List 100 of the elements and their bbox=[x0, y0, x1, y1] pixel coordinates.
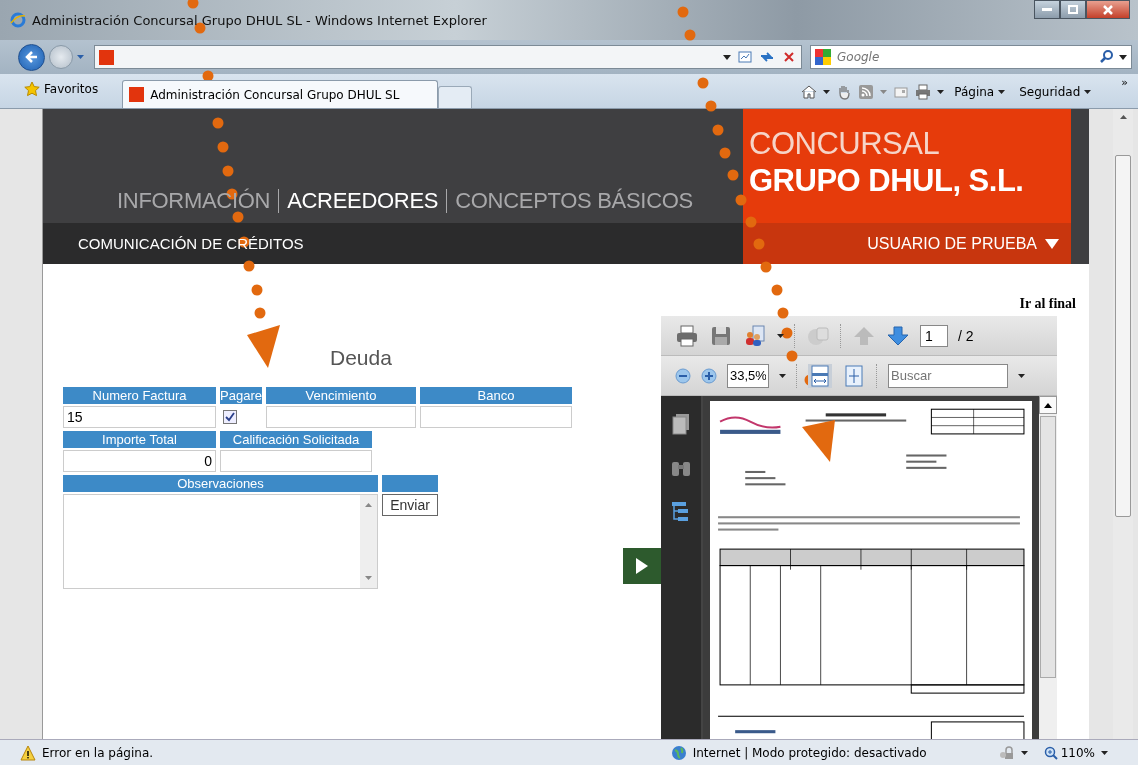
scrollbar-thumb[interactable] bbox=[1115, 155, 1131, 517]
nav-link[interactable]: CONCEPTOS BÁSICOS bbox=[455, 187, 693, 214]
page-count: / 2 bbox=[958, 327, 974, 344]
field-label: Calificación Solicitada bbox=[220, 431, 372, 448]
caret-icon[interactable] bbox=[1020, 750, 1028, 755]
annotation-dot bbox=[719, 147, 731, 159]
star-icon bbox=[24, 81, 40, 97]
favorites-button[interactable]: Favoritos bbox=[20, 76, 123, 106]
close-icon bbox=[1103, 4, 1113, 15]
go-to-end-link[interactable]: Ir al final bbox=[1019, 296, 1076, 312]
arrowhead bbox=[247, 325, 280, 368]
annotation-dot bbox=[243, 260, 255, 272]
annotation-dot bbox=[232, 211, 244, 223]
input-field[interactable] bbox=[420, 406, 572, 428]
caret-icon[interactable] bbox=[723, 54, 731, 60]
address-field[interactable] bbox=[94, 45, 802, 69]
minimize-button[interactable] bbox=[1034, 0, 1060, 19]
caret-icon[interactable] bbox=[823, 90, 831, 94]
search-field[interactable]: Buscar bbox=[888, 363, 1008, 388]
annotation-dot bbox=[677, 6, 689, 18]
search-icon[interactable] bbox=[1099, 49, 1115, 65]
zoom-icon bbox=[1043, 745, 1058, 760]
people-icon[interactable] bbox=[743, 323, 767, 348]
annotation-dot bbox=[217, 141, 229, 153]
hand-icon[interactable] bbox=[836, 84, 853, 100]
warning-icon bbox=[20, 744, 36, 761]
submit-button[interactable]: Enviar bbox=[382, 494, 438, 516]
scroll-up-icon[interactable] bbox=[365, 503, 372, 507]
page-number-field[interactable]: 1 bbox=[920, 324, 948, 347]
menu-button[interactable]: Página bbox=[950, 85, 1010, 99]
brand-text: GRUPO DHUL, S.L. bbox=[749, 162, 1025, 199]
home-icon[interactable] bbox=[801, 84, 818, 100]
printer-icon[interactable] bbox=[675, 323, 699, 348]
zoom-button[interactable]: 110% bbox=[1043, 745, 1095, 760]
window-title: Administración Concursal Grupo DHUL SL - Windows Internet Explorer bbox=[32, 12, 488, 28]
caret-icon[interactable] bbox=[779, 373, 786, 378]
scroll-down-icon[interactable] bbox=[365, 576, 372, 580]
annotation-dot bbox=[777, 307, 789, 319]
browser-logo-icon bbox=[10, 12, 26, 28]
annotation-dot bbox=[735, 194, 747, 206]
close-button[interactable] bbox=[1086, 0, 1130, 19]
field-label: Pagare bbox=[220, 387, 262, 404]
globe-icon bbox=[670, 744, 687, 761]
caret-icon bbox=[1044, 402, 1052, 408]
play-button[interactable] bbox=[623, 548, 661, 584]
menu-button[interactable]: Seguridad bbox=[1015, 85, 1096, 99]
annotation-dot bbox=[222, 165, 234, 177]
zoom-in-icon[interactable] bbox=[701, 367, 717, 384]
nav-link[interactable]: INFORMACIÓN bbox=[117, 187, 271, 214]
input-field[interactable] bbox=[266, 406, 416, 428]
scrollbar-thumb[interactable] bbox=[1040, 416, 1056, 678]
down-arrow-icon[interactable] bbox=[886, 323, 910, 348]
label-bar bbox=[382, 475, 438, 492]
annotation-dot bbox=[684, 29, 696, 41]
subnav-link[interactable]: COMUNICACIÓN DE CRÉDITOS bbox=[78, 235, 304, 252]
caret-icon bbox=[1045, 238, 1059, 249]
scroll-up-button[interactable] bbox=[1039, 396, 1057, 414]
caret-icon[interactable] bbox=[777, 333, 784, 338]
zoom-out-icon[interactable] bbox=[675, 367, 691, 384]
maximize-button[interactable] bbox=[1060, 0, 1086, 19]
annotation-dot bbox=[745, 216, 757, 228]
caret-icon[interactable] bbox=[1119, 54, 1127, 60]
back-button[interactable] bbox=[18, 43, 45, 71]
page-icon bbox=[129, 87, 145, 102]
user-menu[interactable]: USUARIO DE PRUEBA bbox=[743, 223, 1071, 264]
minimize-icon bbox=[1042, 7, 1052, 12]
google-logo-icon bbox=[815, 49, 831, 65]
annotation-dot bbox=[760, 261, 772, 273]
more-button[interactable]: » bbox=[1121, 76, 1128, 89]
search-field[interactable]: Google bbox=[810, 45, 1132, 69]
caret-icon[interactable] bbox=[937, 90, 945, 94]
annotation-dot bbox=[238, 236, 250, 248]
annotation-dot bbox=[712, 124, 724, 136]
field-label: Numero Factura bbox=[63, 387, 216, 404]
browser-tab[interactable]: Administración Concursal Grupo DHUL SL bbox=[122, 80, 439, 108]
nav-link[interactable]: ACREEDORES bbox=[287, 187, 439, 214]
textarea-field[interactable] bbox=[63, 494, 378, 589]
checkmark-icon bbox=[225, 412, 235, 422]
arrowhead bbox=[802, 420, 835, 462]
scroll-up-icon[interactable] bbox=[1119, 115, 1127, 119]
zoom-field[interactable]: 33,5% bbox=[727, 363, 769, 388]
fit-width-icon[interactable] bbox=[808, 363, 832, 388]
compatibility-icon[interactable] bbox=[737, 49, 753, 65]
input-field[interactable] bbox=[220, 450, 372, 472]
input-field[interactable]: 15 bbox=[63, 406, 216, 428]
caret-icon[interactable] bbox=[1101, 750, 1108, 755]
annotation-dot bbox=[251, 284, 263, 296]
input-field[interactable]: 0 bbox=[63, 450, 216, 472]
checkbox[interactable] bbox=[223, 410, 237, 424]
field-label: Banco bbox=[420, 387, 572, 404]
brand-text: CONCURSAL bbox=[749, 125, 941, 162]
annotation-dot bbox=[705, 100, 717, 112]
play-icon bbox=[636, 558, 648, 574]
field-label: Observaciones bbox=[63, 475, 378, 492]
form-title: Deuda bbox=[330, 346, 392, 370]
maximize-icon bbox=[1068, 5, 1078, 14]
annotation-dot bbox=[727, 169, 739, 181]
caret-icon[interactable] bbox=[1018, 373, 1025, 378]
printer-icon[interactable] bbox=[915, 84, 932, 100]
feed-icon[interactable] bbox=[858, 84, 875, 100]
